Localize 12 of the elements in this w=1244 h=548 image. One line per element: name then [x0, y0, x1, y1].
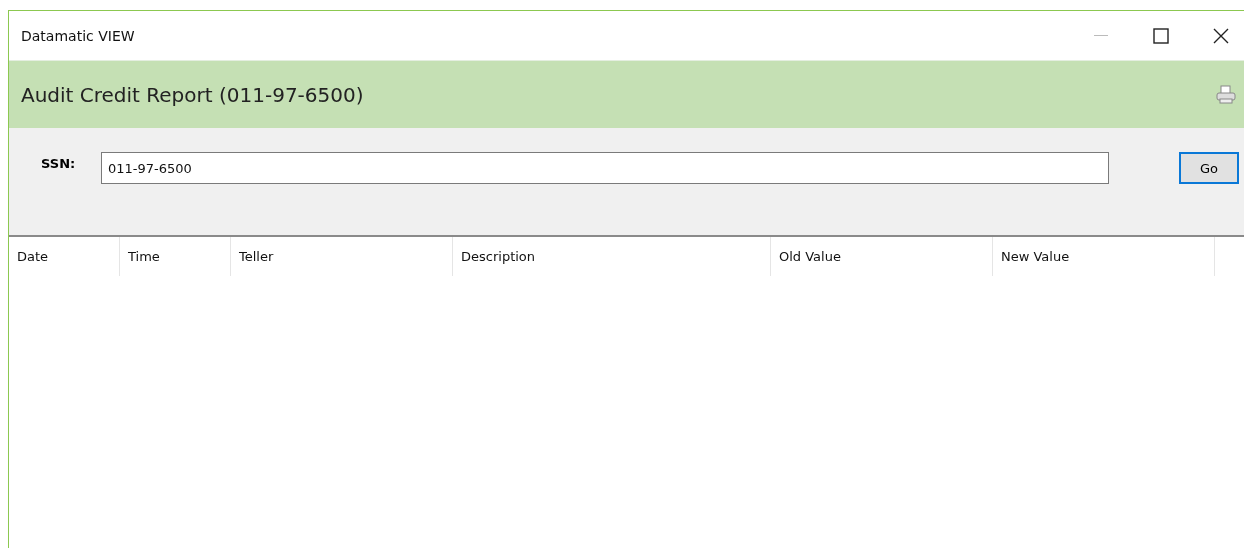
window-title: Datamatic VIEW [21, 27, 136, 44]
column-header[interactable]: Time [120, 237, 231, 276]
printer-icon[interactable] [1216, 84, 1236, 105]
column-header[interactable]: Old Value [771, 237, 993, 276]
column-header[interactable]: New Value [993, 237, 1215, 276]
column-header[interactable]: Teller [231, 237, 453, 276]
column-header[interactable]: Date [9, 237, 120, 276]
column-header[interactable]: Description [453, 237, 771, 276]
ssn-field[interactable]: 011-97-6500 [101, 152, 1109, 184]
report-title: Audit Credit Report (011-97-6500) [21, 82, 365, 107]
ssn-label: SSN: [41, 156, 77, 171]
go-button[interactable]: Go [1179, 152, 1239, 184]
